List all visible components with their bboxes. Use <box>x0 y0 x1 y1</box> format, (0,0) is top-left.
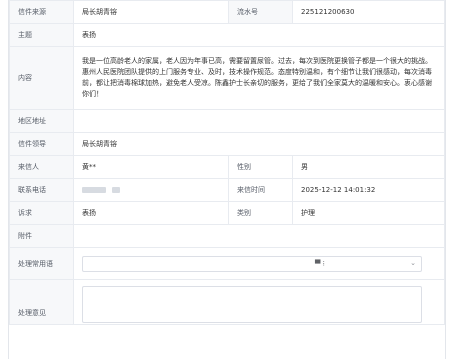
category-label: 类别 <box>228 201 293 225</box>
row-content: 内容 我是一位高龄老人的家属，老人因为年事已高，需要留置尿管。过去，每次到医院更… <box>9 46 445 110</box>
row-common-phrases: 处理常用语 ▀ ⁝ ⌄ <box>9 247 445 280</box>
gender-label: 性别 <box>228 155 293 179</box>
region-value <box>73 109 445 133</box>
phone-label: 联系电话 <box>9 178 74 202</box>
opinion-cell <box>73 279 445 325</box>
content-label: 内容 <box>9 46 74 110</box>
row-subject: 主题 表扬 <box>9 23 445 47</box>
row-request: 诉求 表扬 类别 护理 <box>9 201 445 225</box>
attachment-value <box>73 224 445 248</box>
leader-value: 局长胡青镕 <box>73 132 445 156</box>
row-leader: 信件领导 局长胡青镕 <box>9 132 445 156</box>
phone-redacted-block <box>82 187 106 193</box>
common-phrases-label: 处理常用语 <box>9 247 74 280</box>
row-region: 地区地址 <box>9 109 445 133</box>
opinion-textarea[interactable] <box>82 286 422 323</box>
request-label: 诉求 <box>9 201 74 225</box>
opinion-label: 处理意见 <box>9 279 74 325</box>
subject-label: 主题 <box>9 23 74 47</box>
row-opinion: 处理意见 <box>9 279 445 325</box>
attachment-label: 附件 <box>9 224 74 248</box>
common-phrases-cell: ▀ ⁝ ⌄ <box>73 247 445 280</box>
subject-value: 表扬 <box>73 23 445 47</box>
common-phrases-select[interactable]: ▀ ⁝ ⌄ <box>82 255 422 272</box>
time-label: 来信时间 <box>228 178 293 202</box>
serial-value: 225121200630 <box>292 0 445 24</box>
gender-value: 男 <box>292 155 445 179</box>
row-source: 信件来源 局长胡青镕 流水号 225121200630 <box>9 0 445 24</box>
letter-detail-table: 信件来源 局长胡青镕 流水号 225121200630 主题 表扬 内容 我是一… <box>9 0 445 325</box>
leader-label: 信件领导 <box>9 132 74 156</box>
content-value: 我是一位高龄老人的家属，老人因为年事已高，需要留置尿管。过去，每次到医院更换管子… <box>73 46 445 110</box>
select-control-icon: ▀ ⁝ <box>315 259 325 268</box>
row-phone: 联系电话 来信时间 2025-12-12 14:01:32 <box>9 178 445 202</box>
source-value: 局长胡青镕 <box>73 0 229 24</box>
row-attachment: 附件 <box>9 224 445 248</box>
category-value: 护理 <box>292 201 445 225</box>
phone-value <box>73 178 229 202</box>
time-value: 2025-12-12 14:01:32 <box>292 178 445 202</box>
region-label: 地区地址 <box>9 109 74 133</box>
source-label: 信件来源 <box>9 0 74 24</box>
chevron-down-icon: ⌄ <box>410 258 416 267</box>
row-sender: 来信人 黄** 性别 男 <box>9 155 445 179</box>
phone-redacted-block-small <box>112 187 120 193</box>
sender-value: 黄** <box>73 155 229 179</box>
serial-label: 流水号 <box>228 0 293 24</box>
sender-label: 来信人 <box>9 155 74 179</box>
request-value: 表扬 <box>73 201 229 225</box>
letter-detail-form: 信件来源 局长胡青镕 流水号 225121200630 主题 表扬 内容 我是一… <box>8 0 446 359</box>
